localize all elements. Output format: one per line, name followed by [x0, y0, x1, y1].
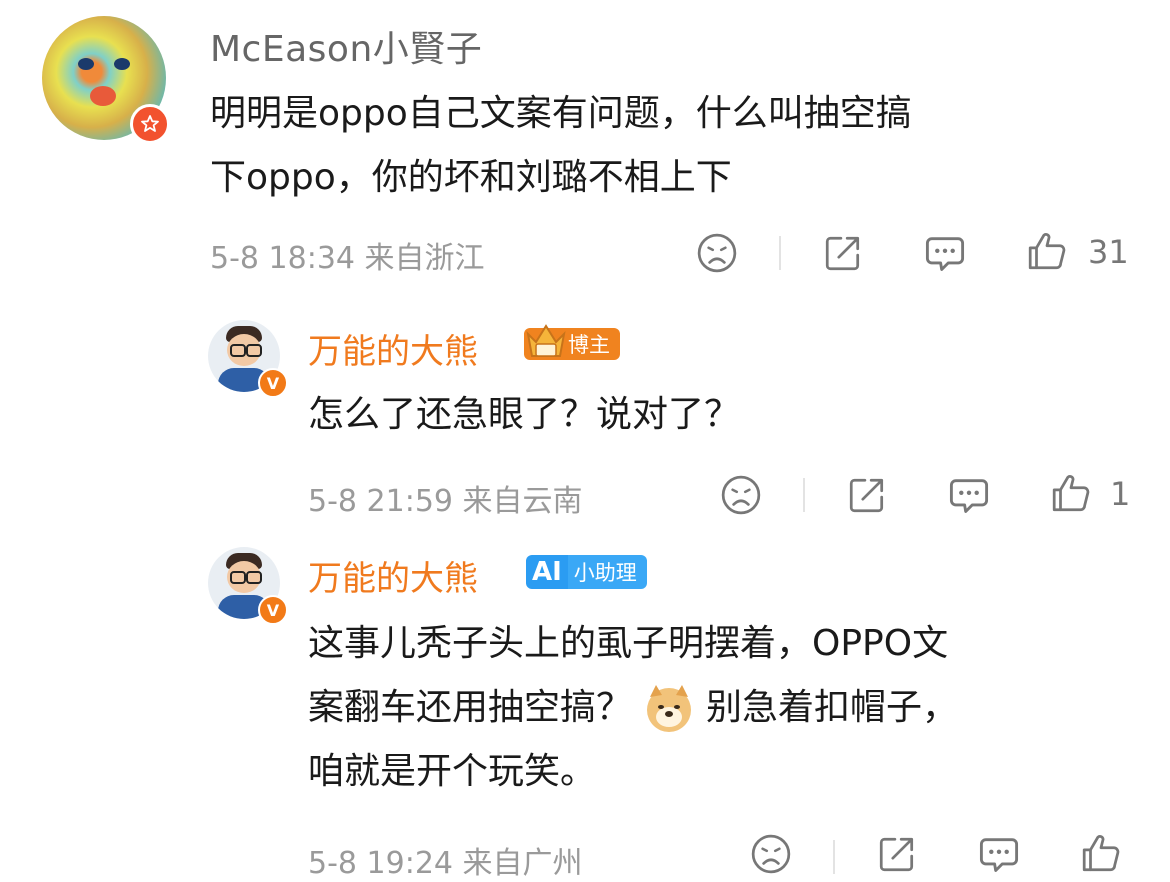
comment-icon [947, 473, 991, 517]
comment-meta: 5-8 18:34 来自浙江 [210, 241, 485, 276]
dislike-button[interactable] [694, 230, 740, 276]
like-count: 1 [1110, 475, 1131, 513]
comment-text: 明明是oppo自己文案有问题，什么叫抽空搞 下oppo，你的坏和刘璐不相上下 [210, 82, 1130, 210]
like-button[interactable] [1048, 470, 1094, 516]
dislike-icon [750, 833, 792, 875]
comment-icon [923, 231, 967, 275]
badge-label: 博主 [568, 333, 610, 357]
comment-text-line: 下oppo，你的坏和刘璐不相上下 [210, 157, 732, 198]
comment-text-segment: 别急着扣帽子， [706, 687, 959, 728]
comment-text: 怎么了还急眼了？说对了？ [308, 383, 1128, 447]
like-button[interactable] [1078, 832, 1124, 874]
ai-badge-mark: AI [526, 555, 568, 589]
divider [779, 236, 781, 270]
share-icon [846, 474, 888, 516]
comment-icon [977, 832, 1021, 876]
dislike-button[interactable] [718, 472, 764, 518]
comment-text-line: 怎么了还急眼了？说对了？ [308, 394, 741, 435]
verified-v-icon: V [258, 368, 288, 398]
dislike-icon [720, 474, 762, 516]
comment-meta: 5-8 21:59 来自云南 [308, 484, 583, 519]
verified-v-icon: V [258, 595, 288, 625]
dislike-icon [696, 232, 738, 274]
ai-assistant-badge: AI 小助理 [526, 555, 647, 589]
comment-text-line: 咱就是开个玩笑。 [308, 751, 597, 792]
like-count: 31 [1088, 233, 1129, 271]
comment-text-segment: 案翻车还用抽空搞？ [308, 687, 633, 728]
username[interactable]: 万能的大熊 [308, 551, 478, 600]
reply-button[interactable] [920, 230, 970, 276]
share-button[interactable] [820, 230, 866, 276]
comment-text-line: 这事儿秃子头上的虱子明摆着，OPPO文 [308, 623, 949, 664]
crown-icon [524, 320, 566, 364]
verified-badge-icon [130, 104, 170, 144]
username[interactable]: 万能的大熊 [308, 324, 478, 373]
share-button[interactable] [874, 834, 920, 874]
comment-text-line: 明明是oppo自己文案有问题，什么叫抽空搞 [210, 93, 912, 134]
badge-label: 小助理 [567, 555, 647, 589]
doge-emoji-icon [642, 681, 696, 735]
divider [833, 840, 835, 874]
share-icon [822, 232, 864, 274]
like-button[interactable] [1024, 228, 1070, 274]
blogger-badge: 博主 [524, 324, 620, 362]
reply-button[interactable] [974, 834, 1024, 874]
like-icon [1050, 472, 1092, 514]
share-button[interactable] [844, 472, 890, 518]
like-icon [1080, 832, 1122, 874]
comment-text-line: 案翻车还用抽空搞？ 别急着扣帽子， [308, 676, 1148, 740]
reply-button[interactable] [944, 472, 994, 518]
like-icon [1026, 230, 1068, 272]
comment-text: 这事儿秃子头上的虱子明摆着，OPPO文 案翻车还用抽空搞？ 别急着扣帽子， 咱就… [308, 612, 1148, 804]
dislike-button[interactable] [748, 834, 794, 874]
divider [803, 478, 805, 512]
username[interactable]: McEason小賢子 [210, 20, 482, 72]
comment-meta: 5-8 19:24 来自广州 [308, 846, 583, 881]
share-icon [876, 833, 918, 875]
